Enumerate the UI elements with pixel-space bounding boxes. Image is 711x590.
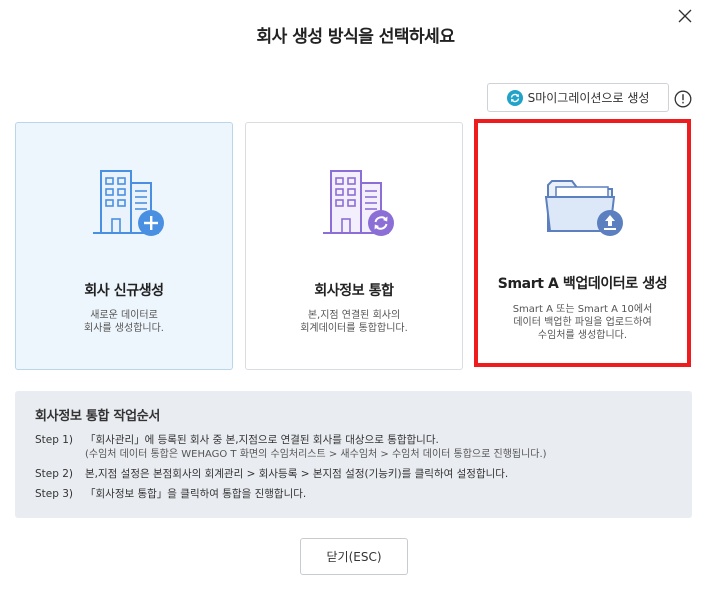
- card-description: Smart A 또는 Smart A 10에서 데이터 백업한 파일을 업로드하…: [512, 304, 653, 341]
- guide-step: Step 3) 「회사정보 통합」을 클릭하여 통합을 진행합니다.: [35, 488, 307, 500]
- folder-upload-icon: [544, 180, 623, 236]
- card-title: 회사정보 통합: [314, 283, 394, 299]
- card-description: 본,지점 연결된 회사의 회계데이터를 통합합니다.: [300, 310, 408, 334]
- guide-title: 회사정보 통합 작업순서: [35, 409, 161, 424]
- s-migration-button[interactable]: S마이그레이션으로 생성: [487, 83, 669, 112]
- dialog-title: 회사 생성 방식을 선택하세요: [256, 27, 455, 47]
- close-icon[interactable]: [676, 7, 694, 25]
- guide-step: Step 2) 본,지점 설정은 본점회사의 회계관리 > 회사등록 > 본지점…: [35, 468, 509, 480]
- close-button[interactable]: 닫기(ESC): [300, 538, 408, 575]
- guide-step-note: (수임처 데이터 통합은 WEHAGO T 화면의 수임처리스트 > 새수임처 …: [85, 449, 547, 460]
- smart-a-backup-card[interactable]: Smart A 백업데이터로 생성 Smart A 또는 Smart A 10에…: [474, 119, 691, 367]
- card-description: 새로운 데이터로 회사를 생성합니다.: [84, 310, 164, 334]
- company-merge-card[interactable]: 회사정보 통합 본,지점 연결된 회사의 회계데이터를 통합합니다.: [245, 122, 463, 370]
- building-merge-icon: [323, 170, 394, 236]
- new-company-card[interactable]: 회사 신규생성 새로운 데이터로 회사를 생성합니다.: [15, 122, 233, 370]
- card-title: 회사 신규생성: [84, 283, 164, 299]
- refresh-icon: [506, 89, 523, 106]
- merge-guide-panel: 회사정보 통합 작업순서 Step 1) 「회사관리」에 등록된 회사 중 본,…: [15, 391, 692, 518]
- info-icon[interactable]: [674, 90, 692, 108]
- guide-step: Step 1) 「회사관리」에 등록된 회사 중 본,지점으로 연결된 회사를 …: [35, 434, 439, 446]
- s-migration-label: S마이그레이션으로 생성: [527, 91, 650, 105]
- building-add-icon: [93, 170, 164, 236]
- card-title: Smart A 백업데이터로 생성: [497, 276, 668, 292]
